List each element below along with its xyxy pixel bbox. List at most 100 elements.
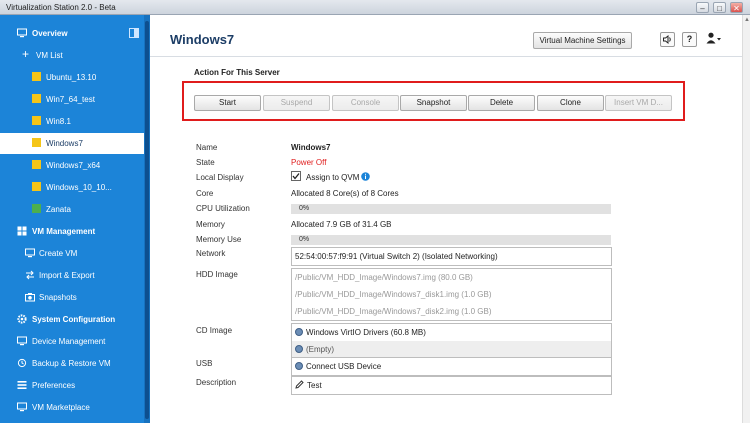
sidebar-item-vm-marketplace[interactable]: VM Marketplace <box>0 397 144 418</box>
windows-vm-icon <box>32 94 42 104</box>
sidebar-item-vm-selected[interactable]: Windows7 <box>0 133 144 154</box>
sidebar-item-vm[interactable]: Windows7_x64 <box>0 155 144 176</box>
cd-image-list: Windows VirtIO Drivers (60.8 MB) (Empty) <box>291 323 612 359</box>
hdd-image-list: /Public/VM_HDD_Image/Windows7.img (80.0 … <box>291 268 612 321</box>
list-icon <box>17 380 27 390</box>
hdd-image-label: HDD Image <box>196 270 238 279</box>
device-icon <box>17 336 27 346</box>
sidebar-item-import-export[interactable]: Import & Export <box>0 265 144 286</box>
sidebar-item-vm[interactable]: Windows_10_10... <box>0 177 144 198</box>
hdd-image-item: /Public/VM_HDD_Image/Windows7_disk2.img … <box>295 307 492 316</box>
disc-icon <box>295 345 303 353</box>
sidebar-item-create-vm[interactable]: Create VM <box>0 243 144 264</box>
network-box: 52:54:00:57:f9:91 (Virtual Switch 2) (Is… <box>291 247 612 266</box>
sidebar-scroll-thumb[interactable] <box>145 21 149 419</box>
cd-image-item[interactable]: (Empty) <box>292 341 611 358</box>
help-button[interactable]: ? <box>682 32 697 47</box>
sidebar-item-label: Preferences <box>32 381 76 390</box>
clone-button[interactable]: Clone <box>537 95 604 111</box>
cd-image-name: (Empty) <box>306 345 334 354</box>
sidebar-item-label: Create VM <box>39 249 78 258</box>
snapshot-button[interactable]: Snapshot <box>400 95 467 111</box>
memory-label: Memory <box>196 220 225 229</box>
vm-name: Win8.1 <box>46 117 71 126</box>
insert-vm-driver-button[interactable]: Insert VM D... <box>605 95 672 111</box>
state-value: Power Off <box>291 158 327 167</box>
vm-name: Windows7 <box>46 139 83 148</box>
vm-name: Win7_64_test <box>46 95 95 104</box>
cd-image-item[interactable]: Windows VirtIO Drivers (60.8 MB) <box>292 324 611 341</box>
sidebar-item-vm-list[interactable]: + VM List <box>0 45 144 66</box>
layout-icon[interactable] <box>129 28 139 38</box>
marketplace-icon <box>17 402 27 412</box>
sidebar-item-label: Snapshots <box>39 293 77 302</box>
vm-name: Zanata <box>46 205 71 214</box>
cpu-utilization-bar: 0% <box>291 204 611 214</box>
import-export-icon <box>25 270 35 280</box>
state-label: State <box>196 158 215 167</box>
usb-connect-icon <box>295 362 303 370</box>
usb-box[interactable]: Connect USB Device <box>291 357 612 376</box>
vm-header: Windows7 Virtual Machine Settings ? <box>150 15 750 57</box>
action-button-group: Start Suspend Console Snapshot Delete Cl… <box>182 81 685 121</box>
hdd-image-item: /Public/VM_HDD_Image/Windows7.img (80.0 … <box>295 273 473 282</box>
close-button[interactable]: ✕ <box>730 2 743 13</box>
network-value: 52:54:00:57:f9:91 (Virtual Switch 2) (Is… <box>295 252 498 261</box>
usb-item[interactable]: Connect USB Device <box>292 358 611 375</box>
sidebar-item-vm[interactable]: Win8.1 <box>0 111 144 132</box>
sidebar-item-preferences[interactable]: Preferences <box>0 375 144 396</box>
local-display-checkbox[interactable] <box>291 171 301 181</box>
sidebar-item-vm[interactable]: Win7_64_test <box>0 89 144 110</box>
delete-button[interactable]: Delete <box>468 95 535 111</box>
sidebar-item-snapshots[interactable]: Snapshots <box>0 287 144 308</box>
minimize-button[interactable]: – <box>696 2 709 13</box>
cd-image-label: CD Image <box>196 326 233 335</box>
name-label: Name <box>196 143 218 152</box>
scroll-up-icon[interactable]: ▲ <box>744 17 750 23</box>
sidebar-item-label: Backup & Restore VM <box>32 359 111 368</box>
windows-vm-icon <box>32 72 42 82</box>
usb-label: USB <box>196 359 213 368</box>
main-scrollbar[interactable]: ▲ <box>742 15 750 423</box>
vm-name: Ubuntu_13.10 <box>46 73 97 82</box>
windows-vm-icon <box>32 116 42 126</box>
user-menu-icon[interactable] <box>704 32 724 47</box>
maximize-button[interactable]: □ <box>713 2 726 13</box>
network-label: Network <box>196 249 226 258</box>
description-box[interactable]: Test <box>291 376 612 395</box>
speaker-icon[interactable] <box>660 32 675 47</box>
memory-use-label: Memory Use <box>196 235 242 244</box>
sidebar-item-overview[interactable]: Overview <box>0 23 144 44</box>
sidebar-item-vm-management[interactable]: VM Management <box>0 221 144 242</box>
hdd-image-item: /Public/VM_HDD_Image/Windows7_disk1.img … <box>295 290 492 299</box>
vm-name-value: Windows7 <box>291 143 331 152</box>
sidebar-item-label: VM Marketplace <box>32 403 90 412</box>
pencil-icon <box>295 380 307 390</box>
core-value: Allocated 8 Core(s) of 8 Cores <box>291 189 399 198</box>
start-button[interactable]: Start <box>194 95 261 111</box>
description-item[interactable]: Test <box>292 377 611 394</box>
sidebar-item-vm[interactable]: Zanata <box>0 199 144 220</box>
backup-icon <box>17 358 27 368</box>
main-panel: Windows7 Virtual Machine Settings ? Acti… <box>150 15 750 423</box>
windows-vm-icon <box>32 182 42 192</box>
core-label: Core <box>196 189 214 198</box>
info-icon[interactable] <box>361 172 370 183</box>
running-vm-icon <box>32 204 42 214</box>
suspend-button[interactable]: Suspend <box>263 95 330 111</box>
sidebar-item-backup-restore[interactable]: Backup & Restore VM <box>0 353 144 374</box>
sidebar-item-label: VM List <box>36 51 63 60</box>
sidebar-item-label: Import & Export <box>39 271 95 280</box>
snapshots-icon <box>25 292 35 302</box>
sidebar: Overview + VM List Ubuntu_13.10 Win7_64_… <box>0 15 150 423</box>
sidebar-item-device-management[interactable]: Device Management <box>0 331 144 352</box>
sidebar-item-label: VM Management <box>32 227 96 236</box>
console-button[interactable]: Console <box>332 95 399 111</box>
sidebar-item-system-configuration[interactable]: System Configuration <box>0 309 144 330</box>
vm-settings-button[interactable]: Virtual Machine Settings <box>533 32 632 49</box>
vm-name: Windows_10_10... <box>46 183 112 192</box>
create-vm-icon <box>25 248 35 258</box>
sidebar-item-vm[interactable]: Ubuntu_13.10 <box>0 67 144 88</box>
local-display-label: Local Display <box>196 173 244 182</box>
vm-management-icon <box>17 226 27 236</box>
